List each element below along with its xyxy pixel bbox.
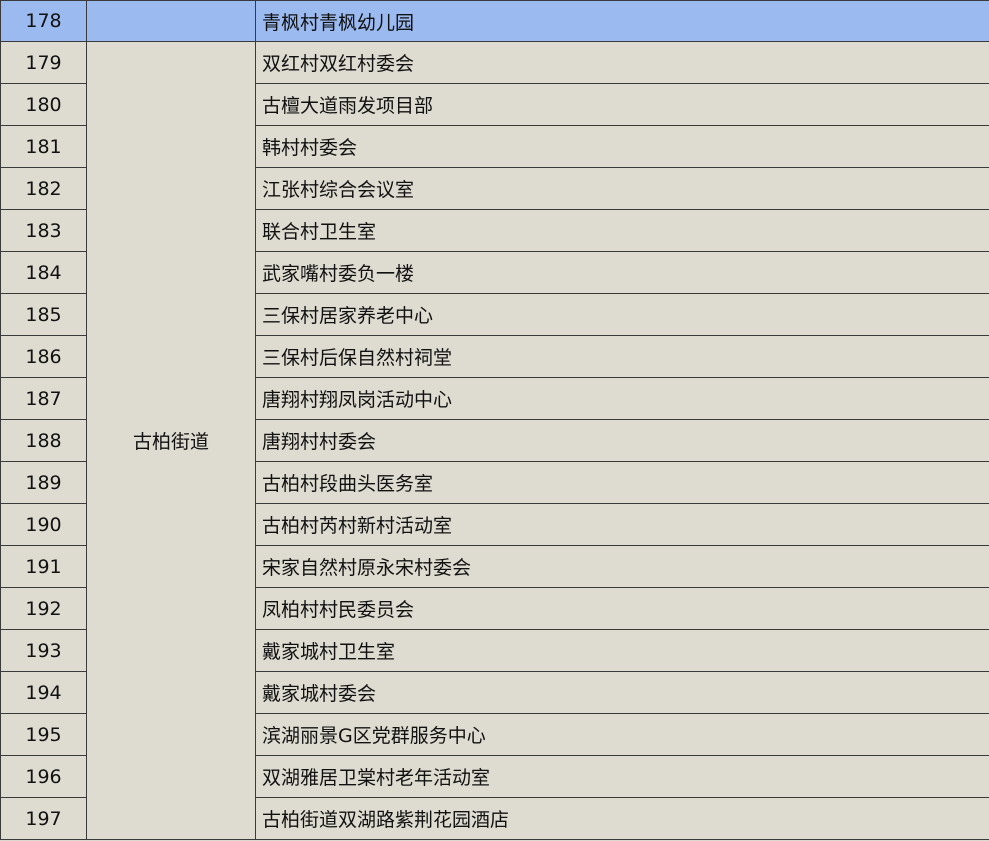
street-merged-cell[interactable]: 古柏街道 — [86, 41, 256, 840]
location-cell[interactable]: 古柏街道双湖路紫荆花园酒店 — [255, 797, 989, 840]
location-cell[interactable]: 唐翔村翔凤岗活动中心 — [255, 377, 989, 420]
location-cell[interactable]: 古柏村段曲头医务室 — [255, 461, 989, 504]
row-number-cell[interactable]: 192 — [0, 587, 87, 630]
row-number-cell[interactable]: 195 — [0, 713, 87, 756]
location-cell[interactable]: 双红村双红村委会 — [255, 41, 989, 84]
row-number-cell[interactable]: 185 — [0, 293, 87, 336]
location-cell[interactable]: 古柏村芮村新村活动室 — [255, 503, 989, 546]
location-cell[interactable]: 滨湖丽景G区党群服务中心 — [255, 713, 989, 756]
row-number-cell[interactable]: 194 — [0, 671, 87, 714]
table-body: 178 青枫村青枫幼儿园 179 古柏街道 双红村双红村委会 180 古檀大道雨… — [0, 0, 989, 840]
location-cell[interactable]: 双湖雅居卫棠村老年活动室 — [255, 755, 989, 798]
row-number-cell[interactable]: 183 — [0, 209, 87, 252]
row-number-cell[interactable]: 190 — [0, 503, 87, 546]
row-number-cell[interactable]: 197 — [0, 797, 87, 840]
location-cell[interactable]: 唐翔村村委会 — [255, 419, 989, 462]
row-number-cell[interactable]: 181 — [0, 125, 87, 168]
site-table: 178 青枫村青枫幼儿园 179 古柏街道 双红村双红村委会 180 古檀大道雨… — [0, 0, 989, 840]
location-cell[interactable]: 武家嘴村委负一楼 — [255, 251, 989, 294]
location-cell[interactable]: 戴家城村卫生室 — [255, 629, 989, 672]
row-number-cell[interactable]: 184 — [0, 251, 87, 294]
location-cell[interactable]: 江张村综合会议室 — [255, 167, 989, 210]
location-cell[interactable]: 凤柏村村民委员会 — [255, 587, 989, 630]
location-cell[interactable]: 青枫村青枫幼儿园 — [255, 0, 989, 42]
row-number-cell[interactable]: 179 — [0, 41, 87, 84]
location-cell[interactable]: 戴家城村委会 — [255, 671, 989, 714]
location-cell[interactable]: 三保村居家养老中心 — [255, 293, 989, 336]
location-cell[interactable]: 联合村卫生室 — [255, 209, 989, 252]
row-number-cell[interactable]: 191 — [0, 545, 87, 588]
row-number-cell[interactable]: 188 — [0, 419, 87, 462]
row-number-cell[interactable]: 189 — [0, 461, 87, 504]
location-cell[interactable]: 三保村后保自然村祠堂 — [255, 335, 989, 378]
row-number-cell[interactable]: 180 — [0, 83, 87, 126]
row-number-cell[interactable]: 182 — [0, 167, 87, 210]
location-cell[interactable]: 古檀大道雨发项目部 — [255, 83, 989, 126]
row-number-cell[interactable]: 178 — [0, 0, 87, 42]
row-number-cell[interactable]: 193 — [0, 629, 87, 672]
row-number-cell[interactable]: 186 — [0, 335, 87, 378]
street-cell[interactable] — [86, 0, 256, 42]
table-row[interactable]: 179 古柏街道 双红村双红村委会 — [0, 41, 989, 840]
table-row-selected[interactable]: 178 青枫村青枫幼儿园 — [0, 0, 989, 42]
row-number-cell[interactable]: 196 — [0, 755, 87, 798]
row-number-cell[interactable]: 187 — [0, 377, 87, 420]
location-cell[interactable]: 韩村村委会 — [255, 125, 989, 168]
location-cell[interactable]: 宋家自然村原永宋村委会 — [255, 545, 989, 588]
